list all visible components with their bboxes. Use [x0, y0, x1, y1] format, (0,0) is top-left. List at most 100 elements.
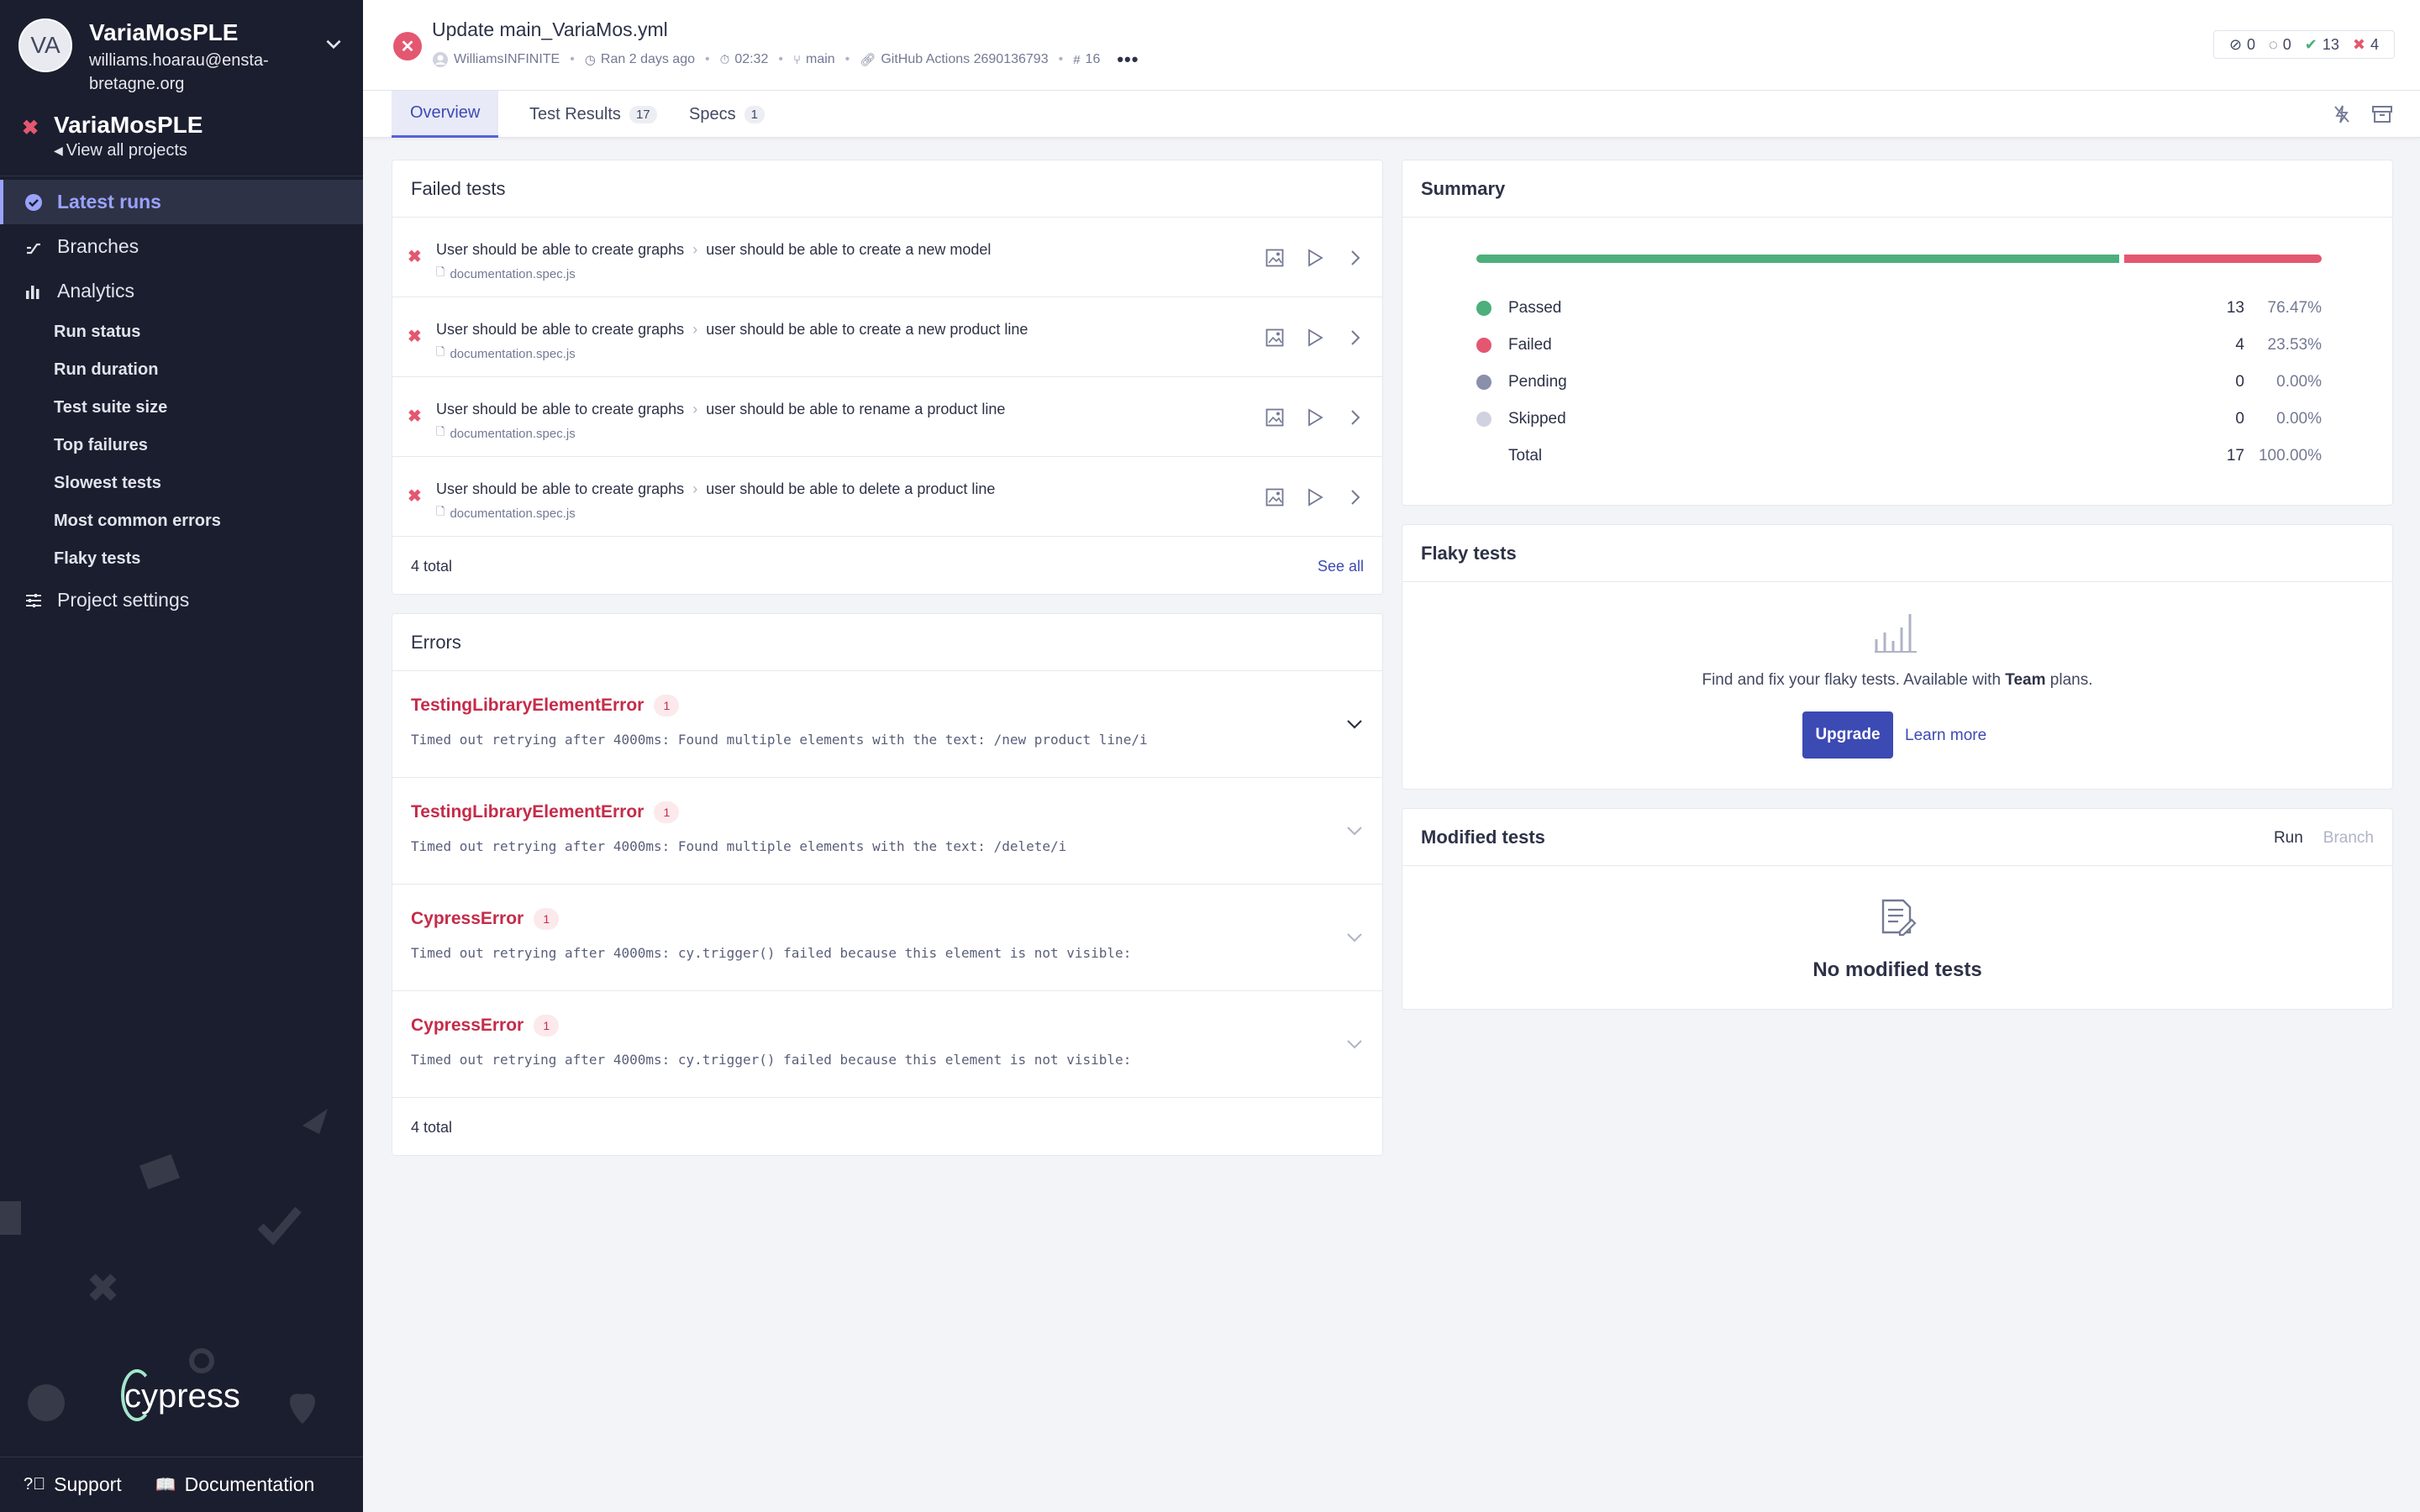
- sidebar-item-label: Latest runs: [57, 191, 161, 213]
- summary-bar: [1476, 255, 2322, 263]
- test-name: user should be able to rename a product …: [706, 401, 1006, 417]
- view-all-projects-link[interactable]: ◀ View all projects: [54, 141, 363, 160]
- play-icon[interactable]: [1303, 246, 1327, 270]
- bar-chart-icon: [24, 281, 44, 302]
- failed-test-row[interactable]: ✖ User should be able to create graphs › u…: [392, 457, 1382, 537]
- org-name: VariaMosPLE: [89, 19, 239, 45]
- chevron-down-icon[interactable]: [1345, 928, 1364, 947]
- errors-card: Errors TestingLibraryElementError 1 Timed…: [392, 613, 1383, 1156]
- summary-row-pending: Pending 0 0.00%: [1476, 364, 2322, 401]
- spec-file: documentation.spec.js: [450, 426, 576, 441]
- card-footer: 4 total See all: [392, 537, 1382, 596]
- error-name: TestingLibraryElementError: [411, 802, 644, 822]
- chevron-down-icon[interactable]: [1345, 822, 1364, 840]
- sidebar-item-label: Analytics: [57, 280, 135, 302]
- run-number: # 16: [1073, 52, 1101, 67]
- chevron-right-icon[interactable]: [1344, 246, 1367, 270]
- sidebar-item-branches[interactable]: Branches: [0, 224, 363, 269]
- chevron-right-icon[interactable]: [1344, 326, 1367, 349]
- error-name: CypressError: [411, 1016, 524, 1035]
- sidebar-item-project-settings[interactable]: Project settings: [0, 578, 363, 622]
- sidebar-subitem-run-duration[interactable]: Run duration: [0, 351, 363, 389]
- chevron-right-icon: ›: [692, 401, 698, 417]
- skipped-count: ⊘ 0: [2228, 35, 2256, 53]
- file-icon: 🗋: [436, 505, 445, 517]
- card-title: Failed tests: [392, 160, 1382, 218]
- toggle-run[interactable]: Run: [2274, 829, 2303, 848]
- spec-file: documentation.spec.js: [450, 266, 576, 281]
- documentation-link[interactable]: 📖 Documentation: [155, 1473, 315, 1496]
- sidebar-subitem-flaky-tests[interactable]: Flaky tests: [0, 540, 363, 578]
- failed-test-row[interactable]: ✖ User should be able to create graphs › u…: [392, 218, 1382, 297]
- branch[interactable]: ⑂ main: [793, 52, 835, 67]
- summary-row-failed: Failed 4 23.53%: [1476, 327, 2322, 364]
- error-row[interactable]: CypressError 1 Timed out retrying after 4…: [392, 991, 1382, 1098]
- sidebar-item-analytics[interactable]: Analytics: [0, 269, 363, 313]
- suite-name: User should be able to create graphs: [436, 241, 685, 258]
- author: WilliamsINFINITE: [432, 51, 560, 68]
- sidebar-item-latest-runs[interactable]: Latest runs: [0, 180, 363, 224]
- file-icon: 🗋: [436, 265, 445, 278]
- failed-test-row[interactable]: ✖ User should be able to create graphs › u…: [392, 297, 1382, 377]
- error-row[interactable]: TestingLibraryElementError 1 Timed out re…: [392, 671, 1382, 778]
- ci-link[interactable]: 🔗︎ GitHub Actions 2690136793: [860, 52, 1048, 67]
- passed-count: ✔ 13: [2304, 35, 2339, 53]
- sidebar-subitem-slowest-tests[interactable]: Slowest tests: [0, 465, 363, 502]
- chevron-down-icon[interactable]: [323, 34, 345, 55]
- sidebar-nav: Latest runs Branches Analytics Run statu…: [0, 180, 363, 622]
- caret-left-icon: ◀: [54, 144, 63, 157]
- summary-row-skipped: Skipped 0 0.00%: [1476, 401, 2322, 438]
- error-message: Timed out retrying after 4000ms: Found m…: [411, 732, 1148, 748]
- check-icon: ✔: [2304, 35, 2317, 53]
- learn-more-link[interactable]: Learn more: [1905, 727, 1986, 745]
- sidebar-subitem-top-failures[interactable]: Top failures: [0, 427, 363, 465]
- spec-file: documentation.spec.js: [450, 506, 576, 521]
- chevron-right-icon[interactable]: [1344, 406, 1367, 429]
- suite-name: User should be able to create graphs: [436, 321, 685, 338]
- document-edit-icon: [1881, 899, 1917, 937]
- toggle-branch[interactable]: Branch: [2323, 829, 2374, 848]
- check-circle-icon: [24, 192, 44, 213]
- sidebar-subitem-test-suite-size[interactable]: Test suite size: [0, 389, 363, 427]
- error-message: Timed out retrying after 4000ms: cy.trig…: [411, 1052, 1132, 1068]
- sidebar: VA VariaMosPLE williams.hoarau@ensta-bre…: [0, 0, 363, 1512]
- screenshot-icon[interactable]: [1263, 326, 1286, 349]
- org-switcher[interactable]: VA VariaMosPLE williams.hoarau@ensta-bre…: [0, 0, 363, 99]
- file-icon: 🗋: [436, 345, 445, 358]
- play-icon[interactable]: [1303, 486, 1327, 509]
- bar-chart-icon: [1875, 614, 1917, 653]
- link-icon: 🔗︎: [860, 53, 876, 67]
- branch-icon: [24, 237, 44, 257]
- chevron-right-icon[interactable]: [1344, 486, 1367, 509]
- error-message: Timed out retrying after 4000ms: Found m…: [411, 838, 1067, 854]
- sidebar-subitem-run-status[interactable]: Run status: [0, 313, 363, 351]
- x-icon: ✖: [408, 407, 422, 426]
- stopwatch-icon: ⏱: [719, 52, 730, 67]
- chevron-down-icon[interactable]: [1345, 1035, 1364, 1053]
- see-all-link[interactable]: See all: [1318, 558, 1364, 575]
- card-title: Modified tests: [1402, 809, 2392, 866]
- play-icon[interactable]: [1303, 406, 1327, 429]
- more-options-icon[interactable]: •••: [1117, 49, 1139, 71]
- screenshot-icon[interactable]: [1263, 486, 1286, 509]
- screenshot-icon[interactable]: [1263, 246, 1286, 270]
- archive-icon[interactable]: [2370, 102, 2395, 126]
- play-icon[interactable]: [1303, 326, 1327, 349]
- error-row[interactable]: TestingLibraryElementError 1 Timed out re…: [392, 778, 1382, 885]
- tab-overview[interactable]: Overview: [392, 91, 499, 138]
- upgrade-button[interactable]: Upgrade: [1802, 711, 1893, 759]
- error-row[interactable]: CypressError 1 Timed out retrying after 4…: [392, 885, 1382, 991]
- tab-test-results[interactable]: Test Results 17: [511, 91, 676, 138]
- card-title: Errors: [392, 614, 1382, 671]
- support-link[interactable]: ?⃝ Support: [24, 1473, 122, 1496]
- failed-bar-segment: [2124, 255, 2322, 263]
- tab-specs[interactable]: Specs 1: [671, 91, 783, 138]
- screenshot-icon[interactable]: [1263, 406, 1286, 429]
- chevron-right-icon: ›: [692, 321, 698, 338]
- sidebar-subitem-most-common-errors[interactable]: Most common errors: [0, 502, 363, 540]
- chevron-down-icon[interactable]: [1345, 715, 1364, 733]
- legend-dot: [1476, 301, 1491, 316]
- flake-icon[interactable]: [2329, 102, 2354, 126]
- failed-test-row[interactable]: ✖ User should be able to create graphs › u…: [392, 377, 1382, 457]
- sidebar-item-label: Project settings: [57, 589, 190, 611]
